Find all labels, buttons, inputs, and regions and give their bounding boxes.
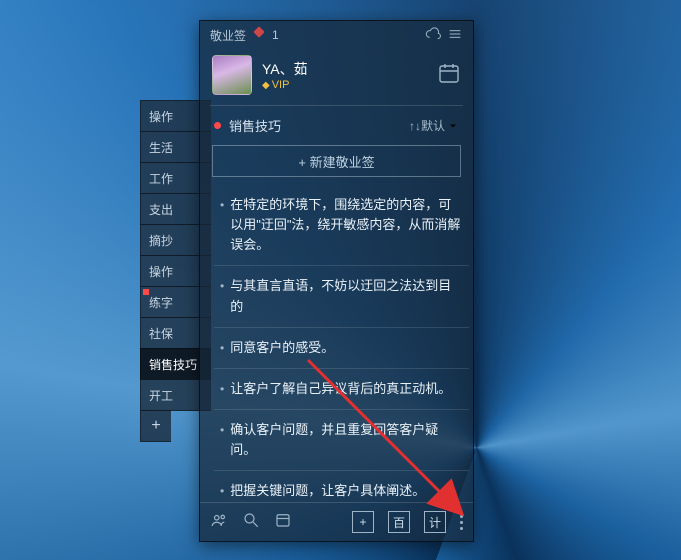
bullet-icon: •	[220, 379, 224, 399]
add-button[interactable]: +	[352, 511, 374, 533]
bullet-icon: •	[220, 276, 224, 316]
pin-icon[interactable]	[252, 28, 266, 42]
note-item[interactable]: •确认客户问题，并且重复回答客户疑问。	[214, 410, 469, 471]
vip-badge: VIP	[262, 79, 427, 91]
menu-icon[interactable]	[447, 26, 463, 45]
category-dot-icon	[214, 122, 221, 129]
calendar-icon[interactable]	[437, 61, 461, 90]
more-menu-icon[interactable]	[460, 515, 463, 530]
category-title: 销售技巧	[229, 116, 281, 135]
add-category-button[interactable]: +	[140, 410, 171, 442]
contacts-icon[interactable]	[210, 511, 228, 534]
search-icon[interactable]	[242, 511, 260, 534]
note-item[interactable]: •在特定的环境下，围绕选定的内容，可以用"迂回"法，绕开敏感内容，从而消解误会。	[214, 185, 469, 266]
divider	[210, 105, 463, 106]
profile-row: YA、茹 VIP	[200, 49, 473, 105]
app-title: 敬业签	[210, 27, 246, 44]
bullet-icon: •	[220, 338, 224, 358]
bullet-icon: •	[220, 195, 224, 255]
sort-button[interactable]: ↑↓默认	[409, 117, 459, 134]
app-window: 敬业签 1 YA、茹 VIP 销售技巧 ↑↓默认 + 新建敬业签	[199, 20, 474, 542]
avatar[interactable]	[212, 55, 252, 95]
note-item[interactable]: •让客户了解自己异议背后的真正动机。	[214, 369, 469, 410]
note-item[interactable]: •把握关键问题，让客户具体阐述。	[214, 471, 469, 502]
bottom-toolbar: + 百 计	[200, 502, 473, 541]
list-header: 销售技巧 ↑↓默认	[200, 110, 473, 141]
bullet-icon: •	[220, 420, 224, 460]
cloud-sync-icon[interactable]	[425, 26, 441, 45]
bullet-icon: •	[220, 481, 224, 501]
notification-count[interactable]: 1	[272, 28, 279, 42]
encyclopedia-button[interactable]: 百	[388, 511, 410, 533]
calendar-small-icon[interactable]	[274, 511, 292, 534]
note-item[interactable]: •与其直言直语，不妨以迂回之法达到目的	[214, 266, 469, 327]
calculator-button[interactable]: 计	[424, 511, 446, 533]
unread-dot-icon	[143, 289, 149, 295]
username: YA、茹	[262, 59, 427, 79]
note-item[interactable]: •同意客户的感受。	[214, 328, 469, 369]
notes-list: •在特定的环境下，围绕选定的内容，可以用"迂回"法，绕开敏感内容，从而消解误会。…	[200, 185, 473, 502]
titlebar: 敬业签 1	[200, 21, 473, 49]
new-note-button[interactable]: + 新建敬业签	[212, 145, 461, 177]
